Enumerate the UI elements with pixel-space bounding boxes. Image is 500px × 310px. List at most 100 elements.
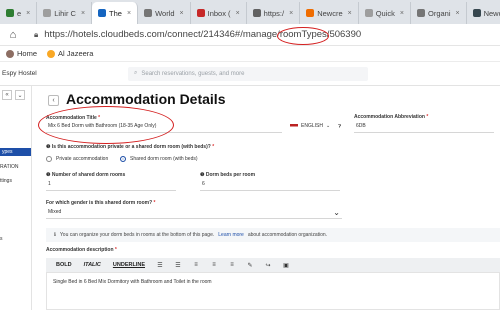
tab-label: e	[17, 8, 22, 18]
close-icon[interactable]: ×	[456, 10, 460, 17]
image-icon[interactable]: ▣	[277, 258, 295, 272]
chevron-down-icon[interactable]: ⌄	[15, 90, 25, 100]
search-icon: ⌕	[134, 70, 138, 76]
home-icon[interactable]: ⌂	[4, 26, 22, 44]
property-name: Espy Hostel	[2, 70, 37, 77]
description-editor[interactable]: Single Bed in 6 Bed Mix Dormitory with B…	[46, 272, 500, 310]
tab-label: Newcre	[317, 8, 343, 18]
home-icon	[6, 49, 14, 58]
favicon-icon	[364, 9, 373, 17]
bullet-list-icon[interactable]: ☰	[151, 258, 169, 272]
url-protocol: https://	[44, 29, 73, 40]
tab-label: Lihir C	[54, 8, 76, 18]
close-icon[interactable]: ×	[348, 10, 352, 17]
pencil-icon[interactable]: ✎	[241, 258, 259, 272]
search-placeholder: Search reservations, guests, and more	[141, 70, 245, 77]
browser-tab[interactable]: Lihir C ×	[37, 2, 93, 24]
tab-label: The	[109, 8, 122, 18]
global-search[interactable]: ⌕ Search reservations, guests, and more	[128, 66, 368, 81]
lock-icon: 🔒︎	[34, 29, 39, 39]
close-icon[interactable]: ×	[26, 10, 30, 17]
tab-label: Organi	[427, 8, 451, 18]
align-center-icon[interactable]: ≡	[205, 258, 223, 272]
tab-label: Quick	[375, 8, 395, 18]
underline-button[interactable]: UNDERLINE	[107, 258, 151, 272]
private-radio[interactable]: Private accommodation	[46, 156, 108, 162]
bookmark-aljazeera[interactable]: Al Jazeera	[47, 49, 93, 58]
align-left-icon[interactable]: ≡	[187, 258, 205, 272]
info-banner: ℹ You can organize your dorm beds in roo…	[46, 228, 500, 242]
gender-select[interactable]: Mixed ⌄	[46, 206, 342, 219]
app-header: Espy Hostel ⌕ Search reservations, guest…	[0, 62, 500, 86]
browser-tab[interactable]: Organi ×	[411, 2, 467, 24]
tab-label: Newcre	[483, 8, 500, 18]
browser-tab[interactable]: Newcre ×	[300, 2, 359, 24]
bookmark-label: Al Jazeera	[58, 49, 94, 58]
aljazeera-icon	[47, 49, 56, 58]
chevron-down-icon: ⌄	[325, 123, 331, 129]
close-icon[interactable]: ×	[289, 10, 293, 17]
favicon-icon	[144, 9, 153, 17]
desc-label: Accommodation description *	[46, 247, 117, 253]
sidebar: « ⌄ ypes RATION ttings s	[0, 86, 32, 310]
beds-input[interactable]: 6	[200, 178, 340, 191]
sidebar-item-operation[interactable]: RATION	[0, 164, 19, 170]
browser-tab[interactable]: The ×	[92, 2, 139, 24]
help-icon[interactable]: ❓︎	[338, 124, 341, 130]
sidebar-item-room-types[interactable]: ypes	[0, 148, 31, 156]
learn-more-link[interactable]: Learn more	[218, 232, 244, 238]
sidebar-item-settings[interactable]: ttings	[0, 178, 12, 184]
bookmarks-bar: Home Al Jazeera	[0, 46, 500, 62]
abbrev-input[interactable]: 6DB	[354, 120, 494, 133]
browser-tab[interactable]: Inbox ( ×	[191, 2, 247, 24]
favicon-icon	[6, 9, 14, 17]
align-right-icon[interactable]: ≡	[223, 258, 241, 272]
language-select[interactable]: ENGLISH ⌄	[290, 123, 330, 129]
favicon-icon	[196, 9, 205, 17]
favicon-icon	[416, 9, 425, 17]
url-text: hotels.cloudbeds.com/connect/214346#/man…	[72, 29, 362, 40]
tab-label: Inbox (	[207, 8, 231, 18]
close-icon[interactable]: ×	[180, 10, 184, 17]
sidebar-item-s[interactable]: s	[0, 236, 3, 242]
browser-tab-strip: e × Lihir C × The × World × Inbox (× https:/× Newc…	[0, 0, 500, 24]
page-title: Accommodation Details	[66, 91, 226, 107]
flag-icon	[290, 123, 298, 129]
collapse-left-icon[interactable]: «	[2, 90, 12, 100]
bookmark-home[interactable]: Home	[6, 49, 37, 58]
url-field[interactable]: 🔒︎ https://hotels.cloudbeds.com/connect/…	[34, 29, 361, 40]
tab-label: https:/	[263, 8, 285, 18]
radio-selected-icon	[120, 156, 126, 162]
bold-button[interactable]: BOLD	[50, 258, 78, 272]
room-kind-label: ❶ Is this accommodation private or a sha…	[46, 144, 215, 150]
favicon-icon	[472, 9, 481, 17]
info-icon: ℹ	[54, 232, 56, 238]
browser-tab[interactable]: https:/ ×	[247, 2, 301, 24]
bookmark-label: Home	[17, 49, 38, 58]
tab-label: World	[155, 8, 175, 18]
browser-tab[interactable]: Quick ×	[359, 2, 411, 24]
accom-title-input[interactable]: Mix 6 Bed Dorm with Bathroom (18-35 Age …	[46, 120, 282, 133]
favicon-icon	[306, 9, 315, 17]
browser-tab[interactable]: Newcre×	[467, 2, 500, 24]
browser-tab[interactable]: World ×	[138, 2, 191, 24]
close-icon[interactable]: ×	[81, 10, 85, 17]
close-icon[interactable]: ×	[127, 10, 131, 17]
browser-tab[interactable]: e ×	[0, 2, 38, 24]
main-content: ‹ Accommodation Details Accommodation Ti…	[32, 86, 500, 310]
radio-icon	[46, 156, 52, 162]
favicon-icon	[98, 9, 107, 17]
close-icon[interactable]: ×	[236, 10, 240, 17]
numbered-list-icon[interactable]: ☰	[169, 258, 187, 272]
italic-button[interactable]: ITALIC	[78, 258, 107, 272]
language-label: ENGLISH	[301, 123, 323, 129]
favicon-icon	[43, 9, 52, 17]
shared-radio[interactable]: Shared dorm room (with beds)	[120, 156, 198, 162]
close-icon[interactable]: ×	[400, 10, 404, 17]
num-rooms-input[interactable]: 1	[46, 178, 176, 191]
address-bar: ⌂ 🔒︎ https://hotels.cloudbeds.com/connec…	[0, 24, 500, 46]
back-button[interactable]: ‹	[48, 95, 59, 106]
link-icon[interactable]: ↪	[259, 258, 277, 272]
favicon-icon	[252, 9, 261, 17]
editor-toolbar: BOLD ITALIC UNDERLINE ☰ ☰ ≡ ≡ ≡ ✎ ↪ ▣	[46, 258, 500, 272]
